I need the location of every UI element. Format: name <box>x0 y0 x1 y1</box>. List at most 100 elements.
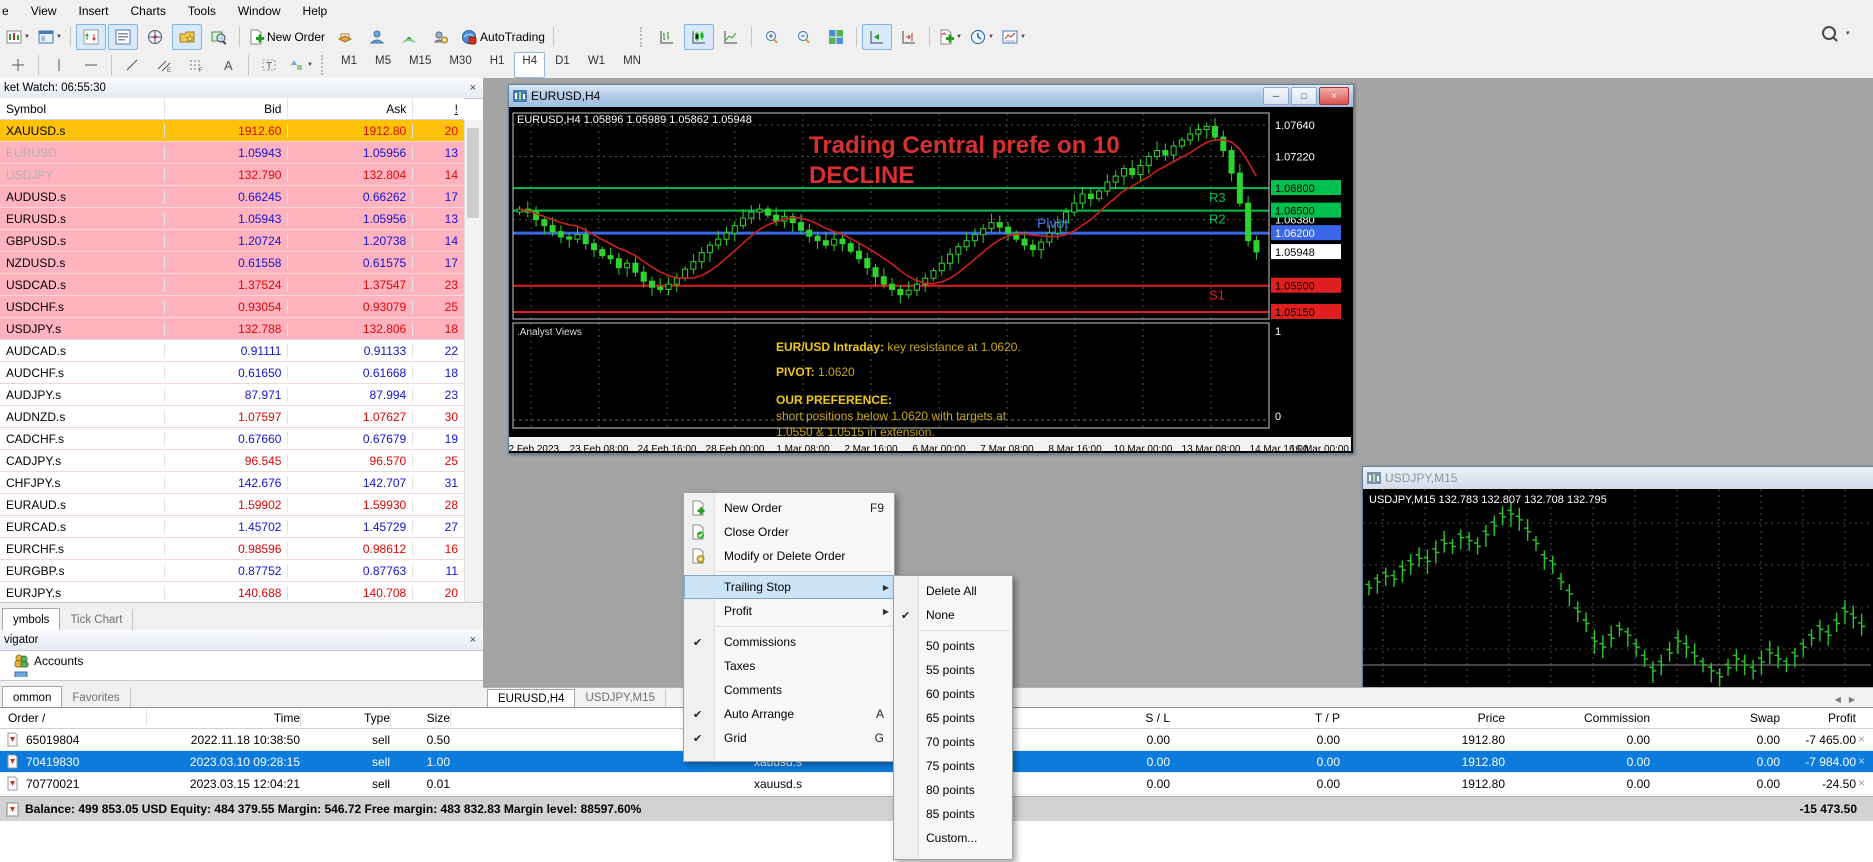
menu-item-insert[interactable]: Insert <box>67 1 119 21</box>
orders-column-tp[interactable]: T / P <box>1170 708 1340 728</box>
tile-windows-button[interactable] <box>821 24 851 50</box>
context-menu-item-commissions[interactable]: ✔Commissions <box>684 630 894 654</box>
data-window-button[interactable] <box>108 24 138 50</box>
trailing-submenu-item-custom-[interactable]: Custom... <box>894 826 1012 850</box>
mw-row-eurusd[interactable]: EURUSD1.059431.0595613 <box>0 142 464 164</box>
maximize-icon[interactable]: □ <box>1291 87 1317 105</box>
trailing-submenu-item-75-points[interactable]: 75 points <box>894 754 1012 778</box>
mw-column-header-ask[interactable]: Ask <box>288 98 413 119</box>
orders-column-profit[interactable]: Profit <box>1780 708 1856 728</box>
line-chart-button[interactable] <box>716 24 746 50</box>
trendline-tool[interactable] <box>117 52 147 78</box>
trailing-submenu-item-70-points[interactable]: 70 points <box>894 730 1012 754</box>
toolbar-overflow-chevron-icon[interactable]: ▾ <box>1846 29 1850 37</box>
shapes-tool[interactable]: ▼ <box>286 52 316 78</box>
fibonacci-tool[interactable]: F <box>181 52 211 78</box>
new-chart-button[interactable]: ▼ <box>3 24 33 50</box>
market-watch-header[interactable]: ket Watch: 06:55:30 × <box>0 78 483 99</box>
mw-row-eurjpy.s[interactable]: EURJPY.s140.688140.70820 <box>0 582 464 604</box>
menu-item-view[interactable]: View <box>20 1 68 21</box>
signals-button[interactable] <box>394 24 424 50</box>
mw-row-cadjpy.s[interactable]: CADJPY.s96.54596.57025 <box>0 450 464 472</box>
mw-row-nzdusd.s[interactable]: NZDUSD.s0.615580.6157517 <box>0 252 464 274</box>
mw-column-header-bid[interactable]: Bid <box>165 98 289 119</box>
context-menu-item-comments[interactable]: Comments <box>684 678 894 702</box>
orders-column-price[interactable]: Price <box>1340 708 1505 728</box>
navigator-header[interactable]: vigator × <box>0 630 483 651</box>
mw-row-audchf.s[interactable]: AUDCHF.s0.616500.6166818 <box>0 362 464 384</box>
context-menu-item-modify-or-delete-order[interactable]: Modify or Delete Order <box>684 544 894 568</box>
timeframe-h4-button[interactable]: H4 <box>514 52 545 78</box>
context-menu-item-trailing-stop[interactable]: Trailing Stop▶ <box>684 575 894 599</box>
mw-row-usdjpy[interactable]: USDJPY132.790132.80414 <box>0 164 464 186</box>
navigator-item-accounts[interactable]: Accounts <box>0 651 483 671</box>
trailing-submenu-item-50-points[interactable]: 50 points <box>894 634 1012 658</box>
mw-row-usdchf.s[interactable]: USDCHF.s0.930540.9307925 <box>0 296 464 318</box>
metaeditor-button[interactable] <box>330 24 360 50</box>
mw-tab-tick-chart[interactable]: Tick Chart <box>60 609 133 630</box>
navigator-tab-ommon[interactable]: ommon <box>2 686 62 708</box>
strategy-tester-button[interactable] <box>204 24 234 50</box>
trailing-submenu-item-80-points[interactable]: 80 points <box>894 778 1012 802</box>
menu-item-charts[interactable]: Charts <box>120 1 177 21</box>
mw-tab-ymbols[interactable]: ymbols <box>2 608 60 630</box>
trailing-submenu-item-65-points[interactable]: 65 points <box>894 706 1012 730</box>
orders-column-commission[interactable]: Commission <box>1505 708 1650 728</box>
search-icon[interactable] <box>1822 26 1836 40</box>
tab-scroll-left-icon[interactable]: ◀ <box>1835 695 1841 704</box>
chart-window-usdjpy-titlebar[interactable]: USDJPY,M15 <box>1363 467 1873 489</box>
mw-row-eurcad.s[interactable]: EURCAD.s1.457021.4572927 <box>0 516 464 538</box>
menu-item-help[interactable]: Help <box>292 1 339 21</box>
chart-tab-usdjpy-m15[interactable]: USDJPY,M15 <box>575 689 665 707</box>
horizontal-line-tool[interactable] <box>76 52 106 78</box>
orders-column-swap[interactable]: Swap <box>1650 708 1780 728</box>
options-button[interactable] <box>426 24 456 50</box>
close-icon[interactable]: × <box>467 82 479 94</box>
context-menu-item-taxes[interactable]: Taxes <box>684 654 894 678</box>
chart-window-eurusd[interactable]: EURUSD,H4 ─ □ × R3R2PivotS1Trading Centr… <box>508 84 1354 454</box>
candlestick-button[interactable] <box>684 24 714 50</box>
mw-row-cadchf.s[interactable]: CADCHF.s0.676600.6767919 <box>0 428 464 450</box>
mw-row-audusd.s[interactable]: AUDUSD.s0.662450.6626217 <box>0 186 464 208</box>
mw-row-xauusd.s[interactable]: XAUUSD.s1912.601912.8020 <box>0 120 464 142</box>
context-menu-item-close-order[interactable]: Close Order <box>684 520 894 544</box>
auto-scroll-button[interactable] <box>862 24 892 50</box>
close-position-icon[interactable]: × <box>1858 776 1865 790</box>
close-icon[interactable]: × <box>1319 87 1349 105</box>
indicators-button[interactable]: ▼ <box>935 24 965 50</box>
new-order-button[interactable]: New Order <box>245 24 328 50</box>
timeframe-d1-button[interactable]: D1 <box>547 52 578 78</box>
mw-row-usdcad.s[interactable]: USDCAD.s1.375241.3754723 <box>0 274 464 296</box>
orders-column-order[interactable]: Order / <box>8 708 128 728</box>
zoom-out-button[interactable] <box>789 24 819 50</box>
context-menu-item-new-order[interactable]: New OrderF9 <box>684 496 894 520</box>
mw-row-eurgbp.s[interactable]: EURGBP.s0.877520.8776311 <box>0 560 464 582</box>
eurusd-chart-area[interactable]: R3R2PivotS1Trading Central prefe on 10DE… <box>509 107 1353 453</box>
crosshair-tool[interactable] <box>3 52 33 78</box>
templates-button[interactable]: ▼ <box>999 24 1029 50</box>
context-menu-item-auto-arrange[interactable]: ✔Auto ArrangeA <box>684 702 894 726</box>
trailing-submenu-item-55-points[interactable]: 55 points <box>894 658 1012 682</box>
navigator-button[interactable] <box>140 24 170 50</box>
timeframe-m1-button[interactable]: M1 <box>333 52 365 78</box>
timeframe-h1-button[interactable]: H1 <box>482 52 513 78</box>
chart-window-eurusd-titlebar[interactable]: EURUSD,H4 ─ □ × <box>509 85 1353 107</box>
market-watch-scrollbar[interactable] <box>464 120 482 602</box>
mw-row-audjpy.s[interactable]: AUDJPY.s87.97187.99423 <box>0 384 464 406</box>
autotrading-button[interactable]: AutoTrading <box>458 24 548 50</box>
mw-column-header-spread[interactable]: ! <box>413 98 464 119</box>
trailing-submenu-item-delete-all[interactable]: Delete All <box>894 579 1012 603</box>
timeframe-mn-button[interactable]: MN <box>615 52 649 78</box>
market-watch-button[interactable] <box>76 24 106 50</box>
mw-row-eurchf.s[interactable]: EURCHF.s0.985960.9861216 <box>0 538 464 560</box>
mw-row-eurusd.s[interactable]: EURUSD.s1.059431.0595613 <box>0 208 464 230</box>
close-position-icon[interactable]: × <box>1858 732 1865 746</box>
timeframe-m30-button[interactable]: M30 <box>441 52 479 78</box>
mw-column-header-symbol[interactable]: Symbol <box>0 98 165 119</box>
label-tool[interactable]: T <box>254 52 284 78</box>
orders-column-type[interactable]: Type <box>300 708 390 728</box>
terminal-button[interactable] <box>172 24 202 50</box>
usdjpy-chart-area[interactable]: USDJPY,M15 132.783 132.807 132.708 132.7… <box>1363 489 1873 707</box>
mw-row-chfjpy.s[interactable]: CHFJPY.s142.676142.70731 <box>0 472 464 494</box>
periods-button[interactable]: ▼ <box>967 24 997 50</box>
